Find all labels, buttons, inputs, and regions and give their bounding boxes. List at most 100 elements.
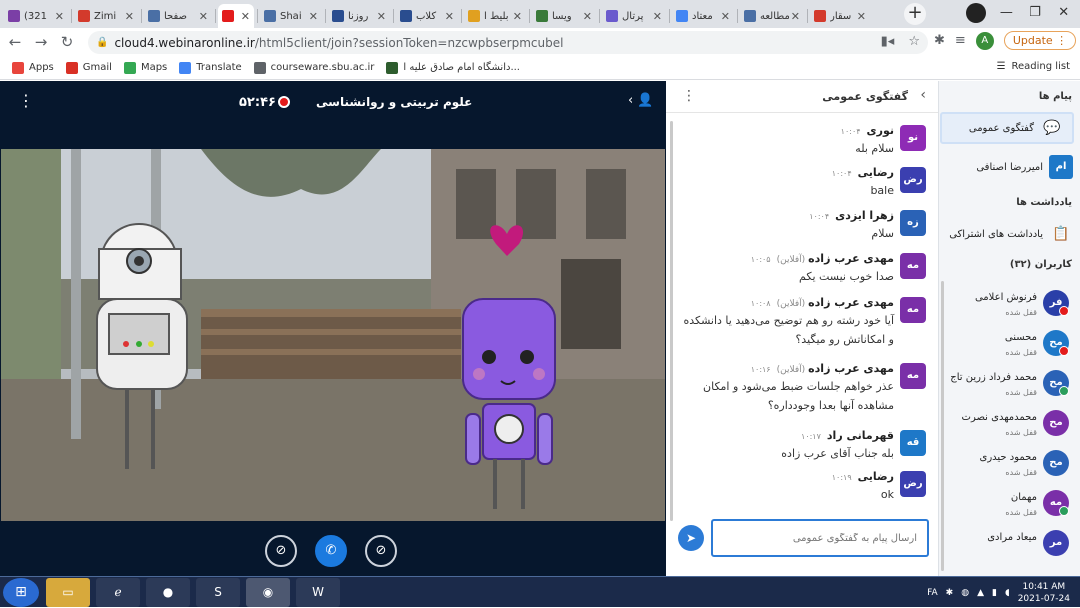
browser-tab[interactable]: معتاد ✕ — [672, 4, 734, 28]
browser-tab[interactable]: بلیط ا ✕ — [464, 4, 526, 28]
user-list-item[interactable]: فر فرنوش اعلامی قفل شده — [939, 288, 1080, 328]
mute-microphone-button[interactable]: ⊘ — [365, 535, 397, 567]
message-body: مهدی عرب زاده(آفلاین) ۱۰:۱۶ عذر خواهم جلسا… — [682, 361, 894, 415]
back-icon[interactable]: ← — [4, 33, 26, 51]
message-header: مهدی عرب زاده(آفلاین) ۱۰:۱۶ — [682, 361, 894, 375]
browser-tab[interactable]: Zimi ✕ — [74, 4, 138, 28]
tray-app-icon[interactable]: ◍ — [961, 588, 969, 598]
user-list-item[interactable]: مح محمود حیدری قفل شده — [939, 448, 1080, 488]
firefox-button[interactable]: ● — [146, 578, 190, 607]
recording-timer: ۵۲:۴۶ — [239, 95, 276, 110]
message-header: زهرا ایزدی ۱۰:۰۴ — [682, 208, 894, 222]
browser-tab[interactable]: ✕ — [218, 4, 254, 28]
profile-avatar[interactable]: A — [975, 31, 994, 50]
chat-options-icon[interactable]: ⋮ — [682, 88, 696, 104]
word-button[interactable]: W — [296, 578, 340, 607]
options-menu-icon[interactable]: ⋮ — [18, 93, 34, 109]
start-button[interactable]: ⊞ — [3, 578, 39, 607]
tab-close-icon[interactable]: ✕ — [125, 10, 134, 23]
lock-icon[interactable]: 🔒 — [96, 37, 108, 48]
bookmark-item[interactable]: Maps — [123, 61, 167, 74]
browser-tab[interactable]: صفحا ✕ — [144, 4, 212, 28]
browser-tab[interactable]: روزنا ✕ — [328, 4, 390, 28]
user-list-item[interactable]: مح محسنی قفل شده — [939, 328, 1080, 368]
tab-close-icon[interactable]: ✕ — [445, 10, 454, 23]
file-explorer-button[interactable]: ▭ — [46, 578, 90, 607]
volume-icon[interactable]: ◖ — [1005, 588, 1010, 598]
browser-tab[interactable]: کلاب ✕ — [396, 4, 458, 28]
private-chat-avatar: ام — [1049, 155, 1073, 179]
reload-icon[interactable]: ↻ — [56, 33, 78, 51]
message-time: ۱۰:۰۴ — [809, 212, 830, 221]
message-body: نوری ۱۰:۰۴ سلام بله — [682, 123, 894, 158]
internet-explorer-button[interactable]: ℯ — [96, 578, 140, 607]
camera-blocked-icon[interactable]: ▮◂ — [881, 34, 895, 49]
skype-button[interactable]: S — [196, 578, 240, 607]
update-button[interactable]: Update ⋮ — [1003, 31, 1077, 50]
message-text: بله جناب آقای عرب زاده — [781, 447, 894, 460]
chevron-left-icon[interactable]: ‹ — [920, 87, 926, 103]
system-clock[interactable]: 10:41 AM 2021-07-24 — [1018, 581, 1070, 605]
user-list-item[interactable]: مح محمد فرداد زرین تاج قفل شده — [939, 368, 1080, 408]
browser-tab[interactable]: ویسا ✕ — [532, 4, 596, 28]
bookmark-item[interactable]: courseware.sbu.ac.ir — [253, 61, 374, 74]
reading-list-button[interactable]: ☰ Reading list — [997, 61, 1070, 72]
chat-input-box[interactable] — [711, 519, 929, 557]
forward-icon[interactable]: → — [30, 33, 52, 51]
language-indicator[interactable]: FA — [927, 588, 938, 598]
network-icon[interactable]: ▮ — [992, 588, 997, 598]
public-chat-item[interactable]: 💬 گفتگوی عمومی — [940, 112, 1074, 144]
media-controls: ⊘ ✆ ⊘ — [0, 531, 666, 573]
tab-close-icon[interactable]: ✕ — [55, 10, 64, 23]
bookmark-item[interactable]: Gmail — [65, 61, 112, 74]
browser-tab[interactable]: سقار ✕ — [810, 4, 870, 28]
user-lock-status: قفل شده — [1005, 348, 1037, 357]
mic-off-icon: ⊘ — [375, 543, 387, 558]
user-list-toggle-icon[interactable]: ‹ 👤 — [628, 93, 654, 108]
chrome-button[interactable]: ◉ — [246, 578, 290, 607]
tab-close-icon[interactable]: ✕ — [653, 10, 662, 23]
private-chat-item[interactable]: ام امیررضا اصنافی — [939, 151, 1080, 183]
chat-message: مه مهدی عرب زاده(آفلاین) ۱۰:۰۸ آیا خود رشته… — [682, 295, 926, 349]
address-bar[interactable]: 🔒 cloud4.webinaronline.ir/html5client/jo… — [88, 31, 928, 54]
browser-tab[interactable]: مطالعه ✕ — [740, 4, 804, 28]
browser-tab[interactable]: (321 ✕ — [4, 4, 68, 28]
tab-close-icon[interactable]: ✕ — [309, 10, 318, 23]
tab-close-icon[interactable]: ✕ — [513, 10, 522, 23]
bookmark-item[interactable]: Apps — [12, 61, 54, 74]
share-webcam-off-button[interactable]: ⊘ — [265, 535, 297, 567]
media-queue-icon[interactable]: ≡ — [955, 33, 966, 48]
leave-audio-button[interactable]: ✆ — [315, 535, 347, 567]
bluetooth-icon[interactable]: ✱ — [946, 588, 954, 598]
browser-tab[interactable]: Shai ✕ — [260, 4, 322, 28]
tab-close-icon[interactable]: ✕ — [377, 10, 386, 23]
bookmark-item[interactable]: Translate — [179, 61, 242, 74]
user-list-item[interactable]: مه مهمان قفل شده — [939, 488, 1080, 528]
bookmark-item[interactable]: دانشگاه امام صادق علیه ا... — [386, 61, 520, 74]
browser-tab[interactable]: پرتال ✕ — [602, 4, 666, 28]
chat-message-input[interactable] — [713, 521, 927, 555]
tab-close-icon[interactable]: ✕ — [791, 10, 800, 23]
shared-notes-item[interactable]: 📋 یادداشت های اشتراکی — [939, 218, 1080, 250]
webcam-video[interactable] — [1, 149, 665, 521]
minimize-button[interactable]: — — [992, 2, 1021, 24]
tab-close-icon[interactable]: ✕ — [583, 10, 592, 23]
bookmark-star-icon[interactable]: ☆ — [908, 34, 920, 49]
maximize-button[interactable]: ❐ — [1021, 2, 1050, 24]
url-text[interactable]: cloud4.webinaronline.ir/html5client/join… — [114, 36, 563, 50]
record-indicator-icon[interactable] — [278, 96, 290, 108]
media-icon[interactable] — [966, 3, 986, 23]
extensions-icon[interactable]: ✱ — [934, 33, 945, 48]
close-window-button[interactable]: ✕ — [1049, 2, 1078, 24]
user-list-item[interactable]: مح محمدمهدی نصرت قفل شده — [939, 408, 1080, 448]
tab-title: صفحا — [164, 10, 188, 22]
tab-close-icon[interactable]: ✕ — [857, 10, 866, 23]
message-sender: رضایی — [857, 470, 894, 483]
tab-close-icon[interactable]: ✕ — [721, 10, 730, 23]
send-message-button[interactable]: ➤ — [678, 525, 704, 551]
warning-icon[interactable]: ▲ — [977, 588, 984, 598]
tab-close-icon[interactable]: ✕ — [241, 10, 250, 23]
tab-close-icon[interactable]: ✕ — [199, 10, 208, 23]
user-list-item[interactable]: مر میعاد مرادی — [939, 528, 1080, 568]
new-tab-button[interactable]: + — [904, 3, 926, 25]
